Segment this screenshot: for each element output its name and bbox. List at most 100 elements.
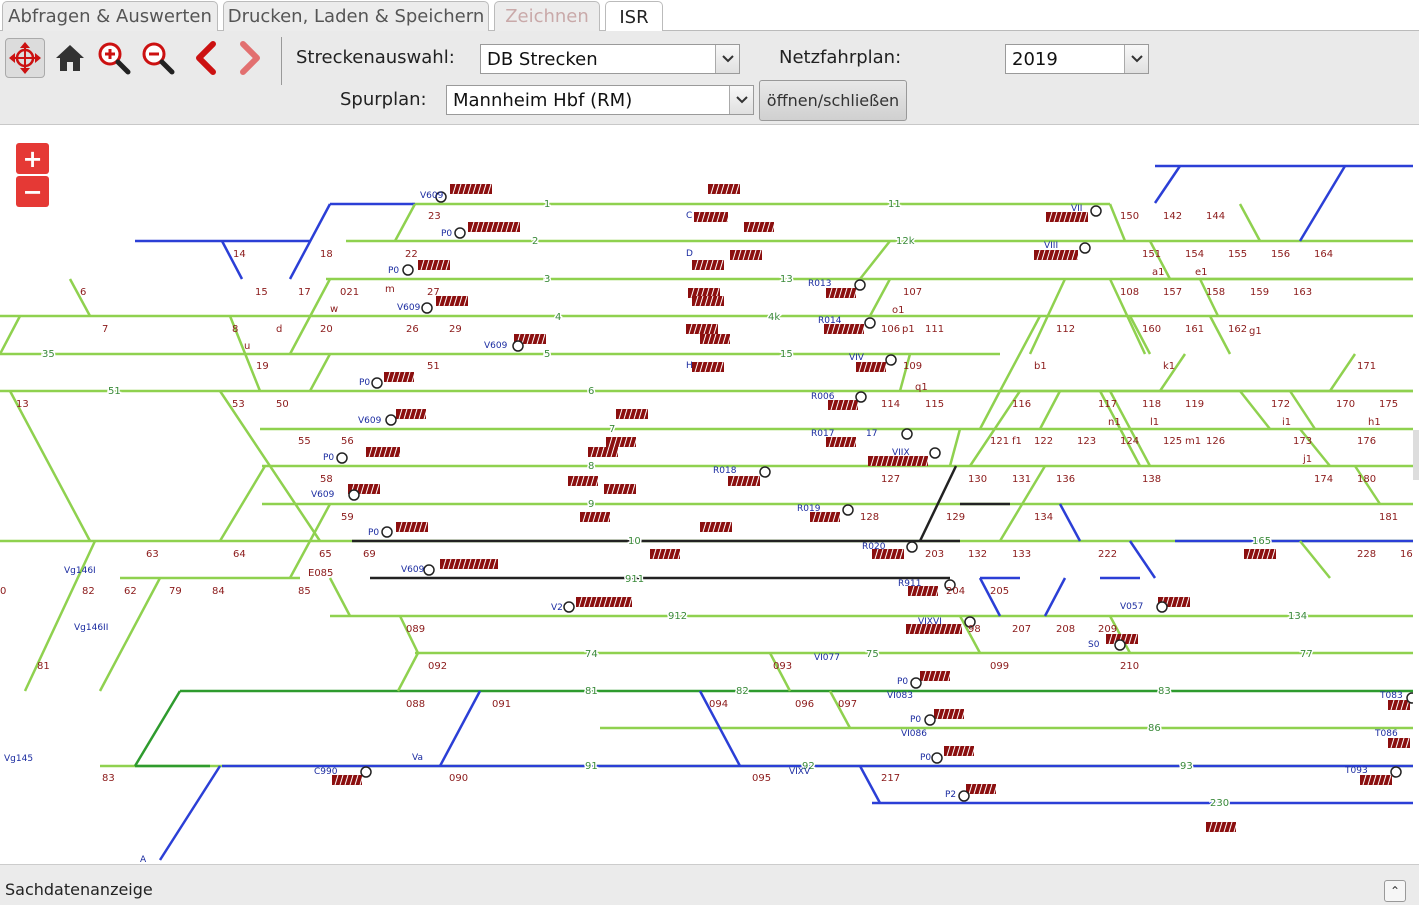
switch-block[interactable] <box>730 249 762 261</box>
zoom-in-icon[interactable] <box>94 38 134 78</box>
home-icon[interactable] <box>50 38 90 78</box>
track-segment[interactable] <box>1298 165 1347 242</box>
track-segment[interactable] <box>8 390 92 542</box>
track-segment[interactable] <box>978 577 1002 617</box>
signal-icon[interactable] <box>512 340 524 352</box>
switch-block[interactable] <box>1034 249 1081 261</box>
tab-drucken[interactable]: Drucken, Laden & Speichern <box>223 1 489 31</box>
switch-block[interactable] <box>588 446 620 458</box>
track-segment[interactable] <box>1058 503 1082 542</box>
strecken-select[interactable]: DB Strecken <box>480 44 740 74</box>
pan-icon[interactable] <box>5 38 45 78</box>
forward-icon[interactable] <box>230 38 270 78</box>
track-segment[interactable] <box>998 315 1042 392</box>
track-segment[interactable] <box>308 353 332 392</box>
switch-block[interactable] <box>692 295 724 307</box>
switch-block[interactable] <box>650 548 682 560</box>
track-segment[interactable] <box>1288 390 1317 430</box>
switch-block[interactable] <box>700 333 732 345</box>
switch-block[interactable] <box>366 446 403 458</box>
switch-block[interactable] <box>700 521 732 533</box>
switch-block[interactable] <box>966 783 998 795</box>
switch-block[interactable] <box>1206 821 1238 833</box>
chevron-down-icon[interactable] <box>729 86 753 114</box>
signal-icon[interactable] <box>854 279 866 291</box>
signal-icon[interactable] <box>423 564 435 576</box>
side-panel-handle[interactable] <box>1413 430 1419 480</box>
track-segment[interactable] <box>1353 465 1382 505</box>
switch-block[interactable] <box>450 183 492 195</box>
tab-abfragen[interactable]: Abfragen & Auswerten <box>2 1 218 31</box>
switch-block[interactable] <box>1388 699 1410 711</box>
track-segment[interactable] <box>396 652 420 692</box>
track-diagram[interactable]: 1 112 12k3 134 4k35 5 1551 67891091191274 7581 82… <box>0 126 1413 864</box>
track-segment[interactable] <box>1158 353 1187 392</box>
track-segment[interactable] <box>768 652 792 692</box>
track-segment[interactable] <box>1128 315 1152 355</box>
signal-icon[interactable] <box>910 677 922 689</box>
signal-icon[interactable] <box>855 391 867 403</box>
track-segment[interactable] <box>1108 203 1127 242</box>
switch-block[interactable] <box>468 221 520 233</box>
switch-block[interactable] <box>728 475 760 487</box>
track-segment[interactable] <box>948 428 962 467</box>
track-segment[interactable] <box>1328 353 1357 392</box>
signal-icon[interactable] <box>1156 601 1168 613</box>
signal-icon[interactable] <box>348 489 360 501</box>
track-segment[interactable] <box>0 315 22 355</box>
track-segment[interactable] <box>438 690 482 767</box>
signal-icon[interactable] <box>563 601 575 613</box>
back-icon[interactable] <box>186 38 226 78</box>
chevron-down-icon[interactable] <box>1124 45 1148 73</box>
track-segment[interactable] <box>23 540 97 692</box>
switch-block[interactable] <box>826 287 858 299</box>
signal-icon[interactable] <box>924 714 936 726</box>
signal-icon[interactable] <box>842 504 854 516</box>
track-segment[interactable] <box>328 577 352 617</box>
signal-icon[interactable] <box>1079 242 1091 254</box>
open-close-button[interactable]: öffnen/schließen <box>759 80 907 121</box>
switch-block[interactable] <box>1388 737 1410 749</box>
signal-icon[interactable] <box>931 752 943 764</box>
track-segment[interactable] <box>1038 390 1062 430</box>
track-segment[interactable] <box>859 240 891 280</box>
switch-block[interactable] <box>692 259 724 271</box>
track-segment[interactable] <box>898 353 912 392</box>
switch-block[interactable] <box>708 183 740 195</box>
signal-icon[interactable] <box>402 264 414 276</box>
spurplan-select[interactable]: Mannheim Hbf (RM) <box>446 85 754 115</box>
netzfahrplan-select[interactable]: 2019 <box>1005 44 1149 74</box>
zoom-out-icon[interactable] <box>138 38 178 78</box>
track-map[interactable]: 1 11 2 12k 3 13 4 4k 35 5 15 51 6 7 8 9 10 911 912 74 75 81 82… <box>0 126 1413 864</box>
track-segment[interactable] <box>1239 390 1271 430</box>
switch-block[interactable] <box>686 323 718 335</box>
track-segment[interactable] <box>868 278 892 317</box>
signal-icon[interactable] <box>864 317 876 329</box>
switch-block[interactable] <box>418 259 450 271</box>
track-segment[interactable] <box>133 690 182 767</box>
signal-icon[interactable] <box>336 452 348 464</box>
switch-block[interactable] <box>396 408 428 420</box>
switch-block[interactable] <box>396 521 428 533</box>
signal-icon[interactable] <box>381 526 393 538</box>
track-segment[interactable] <box>1153 165 1182 204</box>
switch-block[interactable] <box>604 483 636 495</box>
collapse-icon[interactable]: ⌃ <box>1384 880 1406 902</box>
map-zoom-out-button[interactable]: − <box>16 176 49 207</box>
track-segment[interactable] <box>220 240 244 280</box>
tab-isr[interactable]: ISR <box>605 1 663 32</box>
track-segment[interactable] <box>1128 540 1157 579</box>
switch-block[interactable] <box>744 221 776 233</box>
switch-block[interactable] <box>384 371 416 383</box>
switch-block[interactable] <box>436 295 468 307</box>
signal-icon[interactable] <box>885 354 897 366</box>
track-segment[interactable] <box>1043 577 1067 617</box>
switch-block[interactable] <box>440 558 498 570</box>
switch-block[interactable] <box>934 708 966 720</box>
track-segment[interactable] <box>218 465 267 542</box>
track-segment[interactable] <box>1299 540 1331 579</box>
signal-icon[interactable] <box>1090 205 1102 217</box>
signal-icon[interactable] <box>1114 639 1126 651</box>
switch-block[interactable] <box>1244 548 1276 560</box>
track-segment[interactable] <box>1238 203 1262 242</box>
